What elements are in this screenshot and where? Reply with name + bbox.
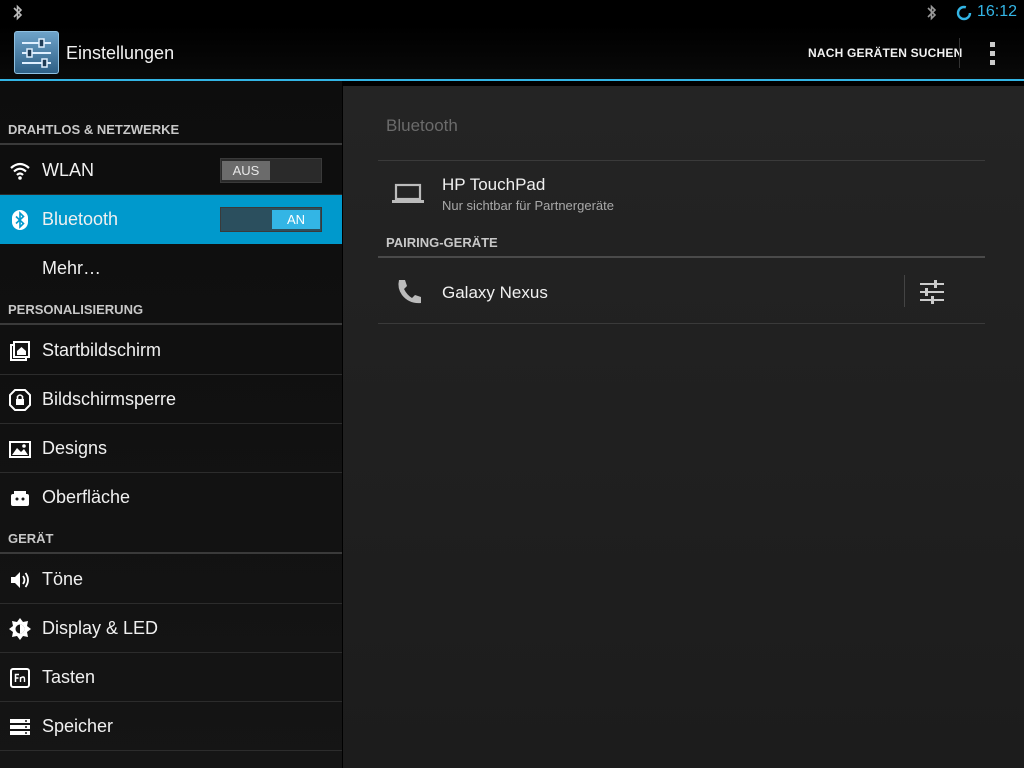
divider xyxy=(959,38,960,68)
section-header: PERSONALISIERUNG xyxy=(8,302,144,317)
sidebar-item-label: Bluetooth xyxy=(42,209,119,229)
lock-icon xyxy=(9,389,31,411)
fn-key-icon xyxy=(9,667,31,689)
paired-devices-header: PAIRING-GERÄTE xyxy=(386,235,498,250)
volume-icon xyxy=(9,569,31,591)
section-divider xyxy=(0,323,342,325)
sidebar-item-label: WLAN xyxy=(42,160,95,180)
sidebar-item-bluetooth[interactable]: Bluetooth AN xyxy=(0,195,342,244)
picture-icon xyxy=(9,438,31,460)
sidebar-item-label: Töne xyxy=(42,569,84,589)
section-header: DRAHTLOS & NETZWERKE xyxy=(8,122,180,137)
sidebar-item-label: Mehr… xyxy=(42,258,102,278)
sidebar-item-label: Bildschirmsperre xyxy=(42,389,177,409)
sidebar-item-designs[interactable]: Designs xyxy=(0,424,342,473)
divider xyxy=(378,323,985,324)
sidebar-item-label: Oberfläche xyxy=(42,487,131,507)
android-icon xyxy=(9,487,31,509)
bluetooth-toggle[interactable]: AN xyxy=(220,207,322,232)
storage-icon xyxy=(9,716,31,738)
laptop-icon xyxy=(391,181,425,207)
bluetooth-icon xyxy=(9,209,31,231)
settings-sidebar: DRAHTLOS & NETZWERKE WLAN AUS Bluetooth xyxy=(0,81,342,768)
home-screen-icon xyxy=(9,340,31,362)
sidebar-item-label: Designs xyxy=(42,438,108,458)
bluetooth-detail-pane: Bluetooth HP TouchPad Nur sichtbar für P… xyxy=(343,86,1024,768)
sidebar-item-home-screen[interactable]: Startbildschirm xyxy=(0,326,342,375)
toggle-label: AUS xyxy=(222,161,270,180)
toggle-label: AN xyxy=(272,210,320,229)
clock: 16:12 xyxy=(977,3,1018,20)
wlan-toggle[interactable]: AUS xyxy=(220,158,322,183)
sync-icon xyxy=(956,5,972,21)
sidebar-item-wlan[interactable]: WLAN AUS xyxy=(0,146,342,195)
device-name: HP TouchPad xyxy=(442,175,546,194)
bluetooth-icon xyxy=(11,4,25,21)
phone-icon xyxy=(395,278,429,304)
sidebar-item-more[interactable]: Mehr… xyxy=(0,244,342,293)
sidebar-item-label: Tasten xyxy=(42,667,96,687)
detail-title: Bluetooth xyxy=(386,116,458,135)
device-settings-button[interactable] xyxy=(919,279,945,305)
wifi-icon xyxy=(9,160,31,182)
status-bar: 16:12 xyxy=(0,0,1024,25)
sidebar-item-label: Startbildschirm xyxy=(42,340,162,360)
brightness-icon xyxy=(9,618,31,640)
action-bar: Einstellungen NACH GERÄTEN SUCHEN xyxy=(0,25,1024,79)
section-divider xyxy=(0,552,342,554)
settings-sliders-icon[interactable] xyxy=(14,31,59,74)
sidebar-item-keys[interactable]: Tasten xyxy=(0,653,342,702)
sidebar-item-label: Display & LED xyxy=(42,618,159,638)
settings-sliders-icon xyxy=(920,280,944,304)
section-divider xyxy=(378,256,985,258)
divider xyxy=(904,275,905,307)
sidebar-item-display[interactable]: Display & LED xyxy=(0,604,342,653)
section-header: GERÄT xyxy=(8,531,54,546)
scan-devices-button[interactable]: NACH GERÄTEN SUCHEN xyxy=(808,46,962,60)
divider xyxy=(378,160,985,161)
sidebar-item-storage[interactable]: Speicher xyxy=(0,702,342,751)
section-divider xyxy=(0,143,342,145)
page-title: Einstellungen xyxy=(66,43,175,63)
sidebar-item-interface[interactable]: Oberfläche xyxy=(0,473,342,522)
overflow-menu-icon[interactable] xyxy=(985,40,999,66)
bluetooth-icon xyxy=(925,4,939,21)
device-name: Galaxy Nexus xyxy=(442,283,548,302)
row-divider xyxy=(0,750,342,751)
device-visibility: Nur sichtbar für Partnergeräte xyxy=(442,198,614,213)
sidebar-item-lock-screen[interactable]: Bildschirmsperre xyxy=(0,375,342,424)
sidebar-item-sounds[interactable]: Töne xyxy=(0,555,342,604)
sidebar-item-label: Speicher xyxy=(42,716,114,736)
